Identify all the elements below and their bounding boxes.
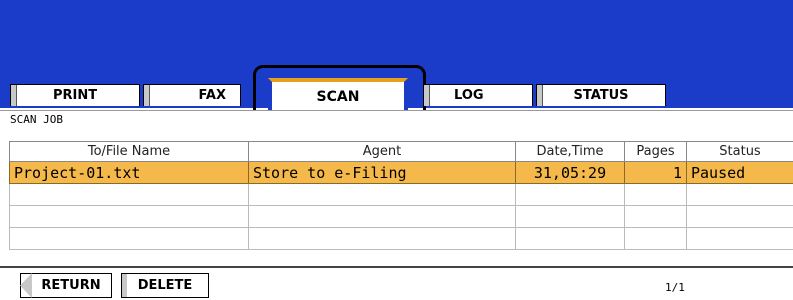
column-header-file-name: To/File Name <box>9 141 249 162</box>
file-name-cell <box>9 227 249 250</box>
date-time-cell: 31,05:29 <box>515 161 625 184</box>
status-cell: Paused <box>686 161 793 184</box>
return-button-label: RETURN <box>41 278 101 293</box>
delete-button-label: DELETE <box>137 278 193 293</box>
section-title: SCAN JOB <box>10 113 63 126</box>
tab-fax[interactable]: FAX <box>143 84 241 106</box>
tab-edge-decoration <box>537 85 543 106</box>
tab-print-label: PRINT <box>52 88 98 103</box>
table-row[interactable] <box>9 227 793 250</box>
column-header-pages: Pages <box>624 141 687 162</box>
date-time-cell <box>515 183 625 206</box>
column-header-date-time: Date,Time <box>515 141 625 162</box>
file-name-cell: Project-01.txt <box>9 161 249 184</box>
agent-cell <box>248 183 516 206</box>
pages-cell: 1 <box>624 161 687 184</box>
tab-status[interactable]: STATUS <box>536 84 666 106</box>
file-name-cell <box>9 205 249 228</box>
divider <box>0 266 793 268</box>
column-header-agent: Agent <box>248 141 516 162</box>
table-header-row: To/File Name Agent Date,Time Pages Statu… <box>9 141 793 162</box>
tab-edge-decoration <box>144 85 150 106</box>
agent-cell <box>248 205 516 228</box>
table-row[interactable]: Project-01.txt Store to e-Filing 31,05:2… <box>9 161 793 184</box>
divider <box>0 110 793 111</box>
tab-edge-decoration <box>11 85 17 106</box>
status-cell <box>686 183 793 206</box>
tab-edge-decoration <box>424 85 430 106</box>
agent-cell <box>248 227 516 250</box>
table-row[interactable] <box>9 205 793 228</box>
pages-cell <box>624 183 687 206</box>
column-header-status: Status <box>686 141 793 162</box>
status-cell <box>686 205 793 228</box>
back-arrow-icon <box>20 273 32 298</box>
pages-cell <box>624 227 687 250</box>
tab-log[interactable]: LOG <box>423 84 533 106</box>
table-row[interactable] <box>9 183 793 206</box>
date-time-cell <box>515 205 625 228</box>
tab-fax-label: FAX <box>198 88 226 103</box>
agent-cell: Store to e-Filing <box>248 161 516 184</box>
status-cell <box>686 227 793 250</box>
scan-job-table: To/File Name Agent Date,Time Pages Statu… <box>9 141 793 250</box>
delete-button[interactable]: DELETE <box>121 273 209 298</box>
pages-cell <box>624 205 687 228</box>
button-edge-decoration <box>122 274 127 297</box>
date-time-cell <box>515 227 625 250</box>
tab-log-label: LOG <box>454 88 484 103</box>
return-button[interactable]: RETURN <box>20 273 112 298</box>
tab-status-label: STATUS <box>573 88 629 103</box>
file-name-cell <box>9 183 249 206</box>
page-indicator: 1/1 <box>665 281 685 294</box>
tab-print[interactable]: PRINT <box>10 84 140 106</box>
